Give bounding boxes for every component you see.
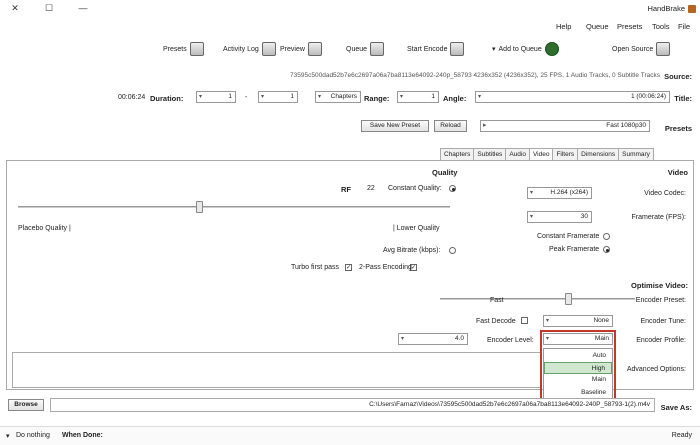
- encoder-level-label: Encoder Level:: [487, 337, 534, 344]
- menu-file[interactable]: File: [678, 22, 690, 31]
- lower-quality-label: | Lower Quality: [393, 225, 440, 232]
- constant-quality-value: 22: [367, 185, 375, 192]
- when-done-dropdown-arrow[interactable]: ▾: [6, 432, 10, 440]
- app-title: HandBrake: [647, 4, 696, 13]
- encoder-level-select[interactable]: ▾ 4.0: [398, 333, 468, 345]
- range-separator: -: [245, 94, 248, 101]
- avg-bitrate-label: Avg Bitrate (kbps):: [383, 247, 441, 254]
- close-icon[interactable]: ✕: [4, 0, 26, 16]
- constant-framerate-radio[interactable]: [603, 233, 610, 240]
- encoder-preset-slider-thumb[interactable]: [565, 293, 572, 305]
- tab-chapters[interactable]: Chapters: [440, 148, 475, 160]
- constant-framerate-label: Constant Framerate: [537, 233, 600, 240]
- save-new-preset-button[interactable]: Save New Preset: [361, 120, 429, 132]
- preview-button[interactable]: Preview: [280, 38, 322, 60]
- advanced-options-label: Advanced Options:: [626, 366, 686, 373]
- duration-value: 00:06:24: [118, 94, 146, 101]
- status-bar: Ready ▾ Do nothing When Done:: [0, 426, 700, 445]
- presets-icon: [189, 42, 204, 56]
- when-done-value[interactable]: Do nothing: [16, 432, 50, 439]
- quality-heading: Quality: [432, 168, 458, 177]
- range-end-select[interactable]: ▾ 1: [196, 91, 236, 103]
- reload-button[interactable]: Reload: [434, 120, 467, 132]
- tab-audio[interactable]: Audio: [505, 148, 530, 160]
- optimise-video-heading: Optimise Video:: [631, 281, 688, 290]
- queue-button[interactable]: Queue: [346, 38, 385, 60]
- add-to-queue-button[interactable]: ▾ Add to Queue: [492, 38, 559, 60]
- tab-dimensions[interactable]: Dimensions: [577, 148, 620, 160]
- range-type-select[interactable]: ▾ Chapters: [315, 91, 361, 103]
- title-label: Title:: [674, 94, 692, 103]
- angle-label: Angle:: [443, 94, 467, 103]
- advanced-options-textarea[interactable]: [12, 352, 542, 388]
- add-to-queue-dropdown-arrow[interactable]: ▾: [492, 45, 496, 53]
- peak-framerate-label: Peak Framerate: [549, 246, 600, 253]
- menu-tools[interactable]: Tools: [652, 22, 670, 31]
- status-ready: Ready: [671, 432, 692, 439]
- add-to-queue-play-icon: [544, 42, 559, 56]
- menu-queue[interactable]: Queue: [586, 22, 609, 31]
- fast-decode-checkbox[interactable]: [521, 317, 528, 324]
- framerate-select[interactable]: ▾ 30: [527, 211, 592, 223]
- tab-video[interactable]: Video: [528, 148, 554, 160]
- placebo-quality-label: Placebo Quality |: [18, 225, 71, 232]
- open-source-button[interactable]: Open Source: [612, 38, 671, 60]
- title-select[interactable]: ▾ 1 (00:06:24): [475, 91, 670, 103]
- menu-presets[interactable]: Presets: [617, 22, 642, 31]
- constant-quality-radio[interactable]: [449, 185, 456, 192]
- start-encode-button[interactable]: Start Encode: [407, 38, 465, 60]
- encoder-profile-label: Encoder Profile:: [636, 337, 686, 344]
- minimize-icon[interactable]: —: [72, 0, 94, 16]
- encoder-preset-value: Fast: [490, 297, 504, 304]
- quality-slider-thumb[interactable]: [196, 201, 203, 213]
- encoder-preset-slider-track[interactable]: [440, 298, 635, 300]
- tab-filters[interactable]: Filters: [552, 148, 579, 160]
- turbo-first-pass-label: Turbo first pass: [291, 264, 339, 271]
- maximize-icon[interactable]: ☐: [38, 0, 60, 16]
- fast-decode-label: Fast Decode: [476, 318, 516, 325]
- handbrake-logo-icon: [688, 4, 696, 13]
- preview-icon: [307, 42, 322, 56]
- turbo-first-pass-checkbox[interactable]: ✓: [345, 264, 352, 271]
- video-codec-label: Video Codec:: [644, 190, 686, 197]
- encoder-tune-select[interactable]: ▾ None: [543, 315, 613, 327]
- profile-highlight-outline: [540, 330, 616, 402]
- range-start-select[interactable]: ▾ 1: [258, 91, 298, 103]
- queue-icon: [370, 42, 385, 56]
- presets-button[interactable]: Presets: [163, 38, 204, 60]
- presets-label: Presets: [664, 124, 692, 133]
- source-info: 73595c500dad52b7e6c2697a06a7ba8113e64092…: [290, 72, 660, 79]
- tab-subtitles[interactable]: Subtitles: [473, 148, 507, 160]
- save-as-label: Save As:: [660, 403, 692, 412]
- activity-log-button[interactable]: Activity Log: [223, 38, 276, 60]
- video-codec-select[interactable]: ▾ H.264 (x264): [527, 187, 592, 199]
- range-label: Range:: [364, 94, 390, 103]
- activity-log-icon: [261, 42, 276, 56]
- avg-bitrate-radio[interactable]: [449, 247, 456, 254]
- constant-quality-label: Constant Quality:: [388, 185, 442, 192]
- presets-select[interactable]: ▸ Fast 1080p30: [480, 120, 650, 132]
- open-source-icon: [656, 42, 671, 56]
- video-heading: Video: [667, 168, 688, 177]
- tab-strip: Chapters Subtitles Audio Video Filters D…: [440, 148, 654, 160]
- rf-label: RF: [341, 185, 351, 194]
- start-encode-icon: [450, 42, 465, 56]
- peak-framerate-radio[interactable]: [603, 246, 610, 253]
- when-done-label: When Done:: [62, 432, 103, 439]
- duration-label: Duration:: [150, 94, 184, 103]
- angle-select[interactable]: ▾ 1: [397, 91, 439, 103]
- save-as-path-input[interactable]: C:\Users\Farnaz\Videos\73595c500dad52b7e…: [50, 398, 655, 412]
- source-label: Source:: [664, 72, 692, 81]
- encoder-tune-label: Encoder Tune:: [640, 318, 686, 325]
- tab-summary[interactable]: Summary: [618, 148, 654, 160]
- menu-help[interactable]: Help: [556, 22, 571, 31]
- title-bar: ✕ ☐ — HandBrake: [0, 0, 700, 18]
- quality-slider-track[interactable]: [18, 206, 450, 208]
- encoder-preset-label: Encoder Preset:: [635, 297, 686, 304]
- browse-button[interactable]: Browse: [8, 399, 44, 411]
- two-pass-label: 2-Pass Encoding: [359, 264, 412, 271]
- framerate-label: Framerate (FPS):: [631, 214, 686, 221]
